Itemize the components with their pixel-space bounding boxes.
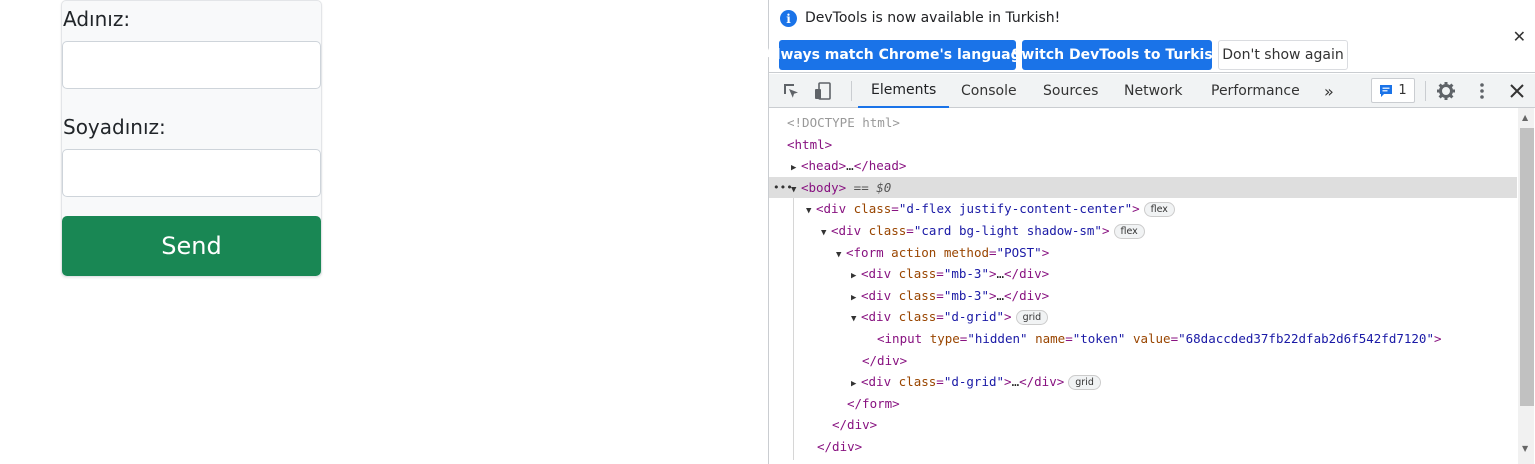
close-devtools-icon[interactable] bbox=[1507, 81, 1527, 101]
surname-label: Soyadınız: bbox=[63, 115, 166, 139]
scroll-down-icon[interactable]: ▼ bbox=[1522, 444, 1528, 453]
dom-input-hidden[interactable]: <input type="hidden" name="token" value=… bbox=[769, 328, 1517, 350]
dom-div-close[interactable]: </div> bbox=[769, 436, 1517, 458]
issues-count: 1 bbox=[1398, 83, 1407, 98]
kebab-menu-icon[interactable] bbox=[1472, 81, 1492, 101]
info-icon: i bbox=[780, 10, 797, 27]
device-toolbar-icon[interactable] bbox=[813, 81, 833, 101]
dom-html[interactable]: <html> bbox=[769, 134, 1517, 156]
name-label: Adınız: bbox=[63, 7, 131, 31]
dom-div-close[interactable]: </div> bbox=[769, 414, 1517, 436]
dom-div-dgrid[interactable]: ▼ <div class="d-grid"> grid bbox=[769, 306, 1517, 328]
language-infobar: i DevTools is now available in Turkish! … bbox=[765, 0, 1535, 73]
dom-form-close[interactable]: </form> bbox=[769, 393, 1517, 415]
grid-badge[interactable]: grid bbox=[1015, 310, 1049, 326]
tab-performance[interactable]: Performance bbox=[1197, 74, 1314, 108]
inspect-element-icon[interactable] bbox=[781, 81, 801, 101]
dom-div-mb3[interactable]: ▶ <div class="mb-3">…</div> bbox=[769, 285, 1517, 307]
dom-form[interactable]: ▼ <form action method="POST"> bbox=[769, 242, 1517, 264]
dom-div-close[interactable]: </div> bbox=[769, 350, 1517, 372]
tab-elements[interactable]: Elements bbox=[858, 74, 950, 108]
gear-icon[interactable] bbox=[1436, 81, 1456, 101]
message-icon bbox=[1380, 84, 1393, 97]
flex-badge[interactable]: flex bbox=[1113, 223, 1145, 239]
dom-div-dgrid[interactable]: ▶ <div class="d-grid">…</div> grid bbox=[769, 371, 1517, 393]
more-tabs-icon[interactable]: » bbox=[1318, 74, 1340, 108]
scrollbar-thumb[interactable] bbox=[1520, 128, 1534, 406]
elements-scrollbar[interactable]: ▲ ▼ bbox=[1518, 108, 1534, 464]
devtools-panel: i DevTools is now available in Turkish! … bbox=[765, 0, 1535, 464]
surname-input[interactable] bbox=[62, 149, 321, 197]
dont-show-again-button[interactable]: Don't show again bbox=[1218, 40, 1348, 70]
web-page: Adınız: Soyadınız: Send bbox=[0, 0, 768, 464]
always-match-language-button[interactable]: Always match Chrome's language bbox=[765, 40, 1030, 70]
dom-div-flex[interactable]: ▼ <div class="d-flex justify-content-cent… bbox=[769, 198, 1517, 220]
toolbar-separator bbox=[851, 81, 852, 101]
form-card: Adınız: Soyadınız: Send bbox=[61, 0, 322, 277]
dom-tree: <!DOCTYPE html> <html> ▶ <head>…</head> •… bbox=[769, 112, 1517, 458]
close-icon[interactable]: ✕ bbox=[1513, 27, 1526, 46]
toolbar-separator bbox=[1425, 81, 1426, 101]
elements-panel: <!DOCTYPE html> <html> ▶ <head>…</head> •… bbox=[769, 108, 1535, 464]
switch-to-turkish-button[interactable]: Switch DevTools to Turkish bbox=[1011, 40, 1223, 70]
dom-body-selected[interactable]: ••• ▼ <body> == $0 bbox=[769, 176, 1517, 199]
dom-doctype[interactable]: <!DOCTYPE html> bbox=[769, 112, 1517, 134]
send-button[interactable]: Send bbox=[62, 216, 321, 276]
dom-div-mb3[interactable]: ▶ <div class="mb-3">…</div> bbox=[769, 263, 1517, 285]
tab-sources[interactable]: Sources bbox=[1028, 74, 1113, 108]
flex-badge[interactable]: flex bbox=[1143, 202, 1175, 218]
issues-button[interactable]: 1 bbox=[1371, 78, 1415, 103]
scroll-up-icon[interactable]: ▲ bbox=[1522, 113, 1528, 122]
devtools-toolbar: Elements Console Sources Network Perform… bbox=[769, 74, 1535, 108]
grid-badge[interactable]: grid bbox=[1068, 375, 1101, 391]
name-input[interactable] bbox=[62, 41, 321, 89]
dom-head[interactable]: ▶ <head>…</head> bbox=[769, 155, 1517, 177]
more-options-icon[interactable]: ••• bbox=[773, 177, 793, 199]
tab-console[interactable]: Console bbox=[947, 74, 1031, 108]
tab-network[interactable]: Network bbox=[1110, 74, 1196, 108]
infobar-message: DevTools is now available in Turkish! bbox=[805, 10, 1061, 26]
dom-div-card[interactable]: ▼ <div class="card bg-light shadow-sm"> fl… bbox=[769, 220, 1517, 242]
